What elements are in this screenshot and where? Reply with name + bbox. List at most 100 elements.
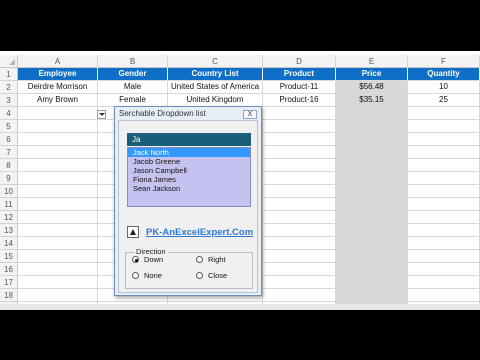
cell-d7[interactable]	[263, 146, 336, 159]
row-header-13[interactable]: 13	[0, 224, 18, 237]
cell-f5[interactable]	[408, 120, 480, 133]
cell-a15[interactable]	[18, 250, 98, 263]
column-header-d[interactable]: D	[263, 55, 336, 68]
radio-close[interactable]	[196, 272, 203, 279]
cell-d3[interactable]: Product-16	[263, 94, 336, 107]
cell-e9[interactable]	[336, 172, 408, 185]
cell-e5[interactable]	[336, 120, 408, 133]
row-header-1[interactable]: 1	[0, 68, 18, 81]
cell-e17[interactable]	[336, 276, 408, 289]
cell-f6[interactable]	[408, 133, 480, 146]
row-header-4[interactable]: 4	[0, 107, 18, 120]
list-item[interactable]: Jack North	[128, 148, 250, 157]
header-cell[interactable]: Quantity	[408, 68, 480, 81]
close-button[interactable]: X	[243, 110, 257, 119]
cell-e10[interactable]	[336, 185, 408, 198]
cell-e7[interactable]	[336, 146, 408, 159]
header-cell[interactable]: Employee	[18, 68, 98, 81]
cell-e4[interactable]	[336, 107, 408, 120]
select-all-corner[interactable]	[0, 55, 18, 68]
row-header-12[interactable]: 12	[0, 211, 18, 224]
cell-a16[interactable]	[18, 263, 98, 276]
brand-link[interactable]: PK-AnExcelExpert.Com	[146, 227, 253, 238]
cell-d17[interactable]	[263, 276, 336, 289]
cell-d2[interactable]: Product-11	[263, 81, 336, 94]
cell-d10[interactable]	[263, 185, 336, 198]
results-listbox[interactable]: Jack North Jacob Greene Jason Campbell Fion…	[127, 147, 251, 207]
cell-d4[interactable]	[263, 107, 336, 120]
cell-f12[interactable]	[408, 211, 480, 224]
search-input[interactable]: Ja	[127, 133, 251, 146]
row-header-3[interactable]: 3	[0, 94, 18, 107]
cell-a7[interactable]	[18, 146, 98, 159]
row-header-2[interactable]: 2	[0, 81, 18, 94]
cell-f14[interactable]	[408, 237, 480, 250]
cell-f4[interactable]	[408, 107, 480, 120]
cell-dropdown-arrow-icon[interactable]	[97, 110, 106, 119]
row-header-10[interactable]: 10	[0, 185, 18, 198]
row-header-17[interactable]: 17	[0, 276, 18, 289]
cell-e12[interactable]	[336, 211, 408, 224]
cell-a13[interactable]	[18, 224, 98, 237]
cell-e11[interactable]	[336, 198, 408, 211]
cell-d8[interactable]	[263, 159, 336, 172]
list-item[interactable]: Jacob Greene	[128, 157, 250, 166]
cell-d12[interactable]	[263, 211, 336, 224]
column-header-f[interactable]: F	[408, 55, 480, 68]
cell-d14[interactable]	[263, 237, 336, 250]
radio-right[interactable]	[196, 256, 203, 263]
cell-e2[interactable]: $56.48	[336, 81, 408, 94]
cell-f7[interactable]	[408, 146, 480, 159]
row-header-8[interactable]: 8	[0, 159, 18, 172]
cell-d11[interactable]	[263, 198, 336, 211]
cell-f13[interactable]	[408, 224, 480, 237]
cell-e18[interactable]	[336, 289, 408, 302]
cell-b2[interactable]: Male	[98, 81, 168, 94]
row-header-7[interactable]: 7	[0, 146, 18, 159]
cell-f17[interactable]	[408, 276, 480, 289]
column-header-a[interactable]: A	[18, 55, 98, 68]
cell-f18[interactable]	[408, 289, 480, 302]
header-cell[interactable]: Gender	[98, 68, 168, 81]
cell-f3[interactable]: 25	[408, 94, 480, 107]
row-header-18[interactable]: 18	[0, 289, 18, 302]
cell-f11[interactable]	[408, 198, 480, 211]
cell-e3[interactable]: $35.15	[336, 94, 408, 107]
radio-down[interactable]	[132, 256, 139, 263]
row-header-9[interactable]: 9	[0, 172, 18, 185]
cell-e14[interactable]	[336, 237, 408, 250]
horizontal-scrollbar[interactable]	[0, 304, 480, 310]
list-item[interactable]: Sean Jackson	[128, 184, 250, 193]
cell-e13[interactable]	[336, 224, 408, 237]
row-header-6[interactable]: 6	[0, 133, 18, 146]
cell-a9[interactable]	[18, 172, 98, 185]
cell-f16[interactable]	[408, 263, 480, 276]
cell-d16[interactable]	[263, 263, 336, 276]
row-header-16[interactable]: 16	[0, 263, 18, 276]
cell-d6[interactable]	[263, 133, 336, 146]
cell-e15[interactable]	[336, 250, 408, 263]
row-header-14[interactable]: 14	[0, 237, 18, 250]
cell-d13[interactable]	[263, 224, 336, 237]
cell-a4[interactable]	[18, 107, 98, 120]
row-header-15[interactable]: 15	[0, 250, 18, 263]
cell-a17[interactable]	[18, 276, 98, 289]
cell-a11[interactable]	[18, 198, 98, 211]
cell-c2[interactable]: United States of America	[168, 81, 263, 94]
column-header-e[interactable]: E	[336, 55, 408, 68]
cell-f9[interactable]	[408, 172, 480, 185]
cell-a3[interactable]: Amy Brown	[18, 94, 98, 107]
cell-f2[interactable]: 10	[408, 81, 480, 94]
cell-a8[interactable]	[18, 159, 98, 172]
cell-f10[interactable]	[408, 185, 480, 198]
cell-a5[interactable]	[18, 120, 98, 133]
row-header-11[interactable]: 11	[0, 198, 18, 211]
column-header-c[interactable]: C	[168, 55, 263, 68]
list-item[interactable]: Jason Campbell	[128, 166, 250, 175]
cell-a14[interactable]	[18, 237, 98, 250]
header-cell[interactable]: Country List	[168, 68, 263, 81]
cell-d18[interactable]	[263, 289, 336, 302]
cell-a10[interactable]	[18, 185, 98, 198]
cell-d5[interactable]	[263, 120, 336, 133]
list-item[interactable]: Fiona James	[128, 175, 250, 184]
